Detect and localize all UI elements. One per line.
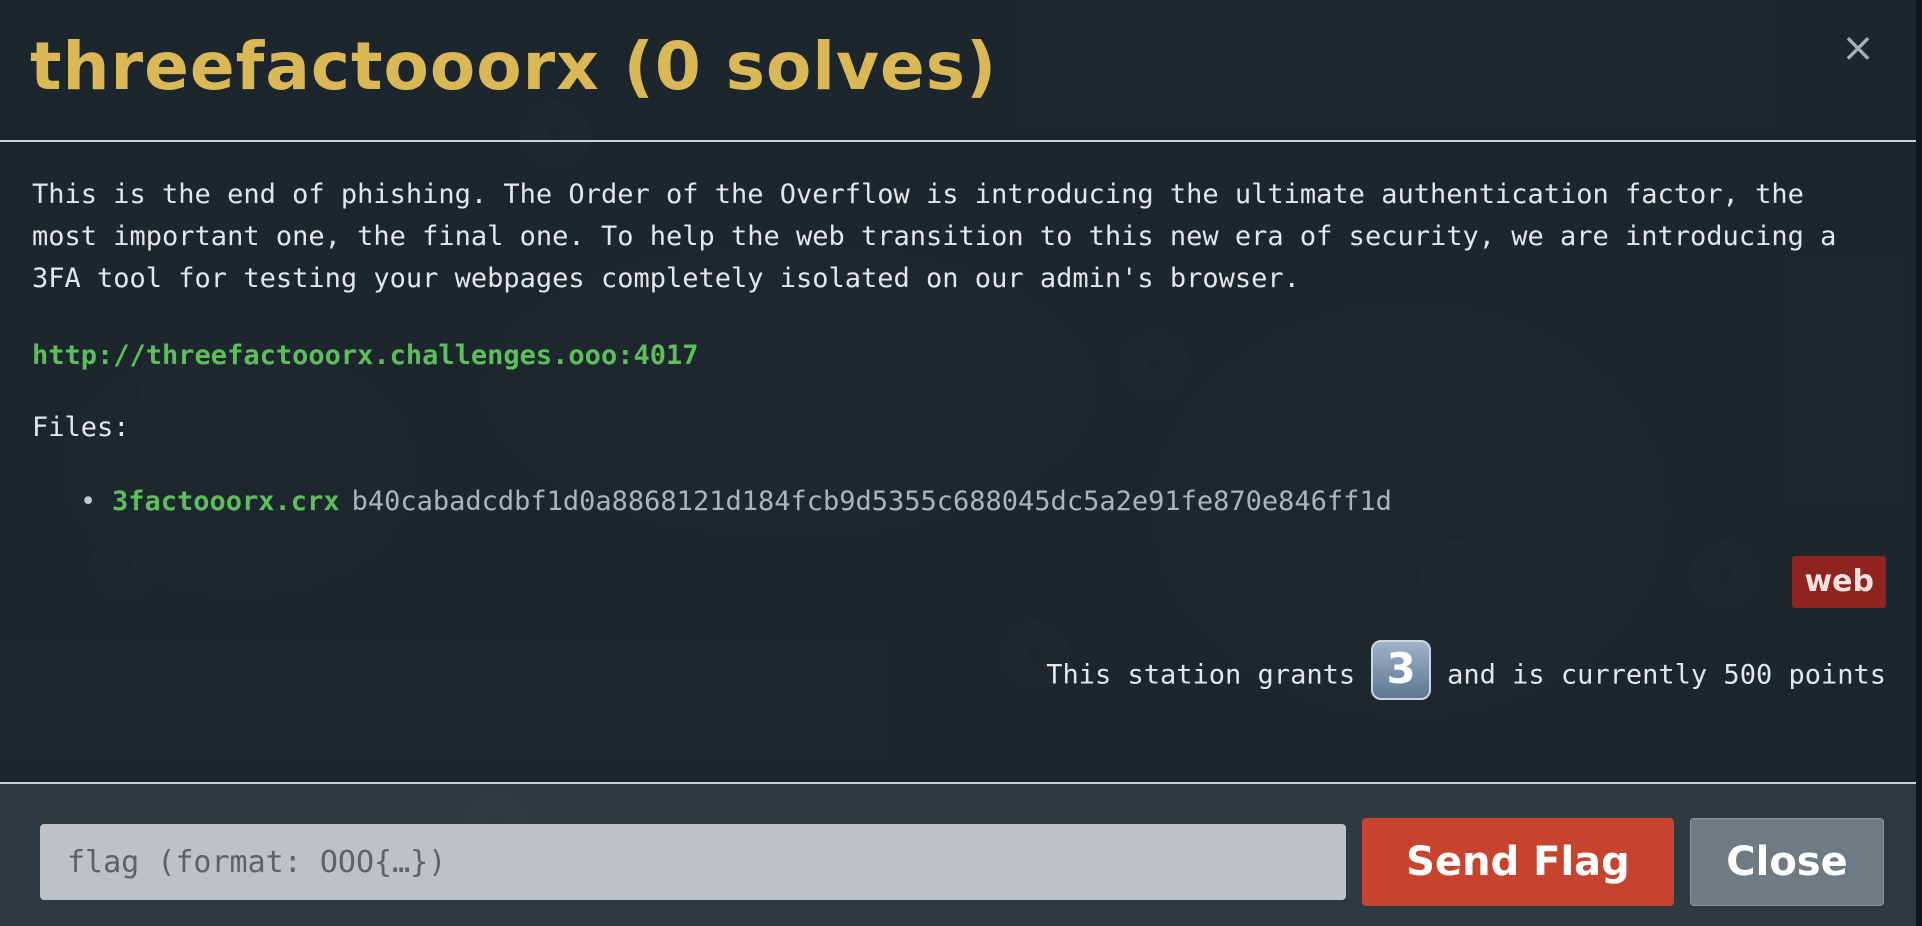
challenge-url-link[interactable]: http://threefactooorx.challenges.ooo:401…	[32, 336, 698, 376]
list-item: • 3factooorx.crx b40cabadcdbf1d0a8868121d1…	[80, 482, 1392, 522]
file-download-link[interactable]: 3factooorx.crx	[112, 486, 340, 517]
modal-header: threefactooorx (0 solves) ×	[0, 0, 1916, 142]
file-list: • 3factooorx.crx b40cabadcdbf1d0a8868121d1…	[80, 482, 1392, 522]
scrollbar-edge	[1916, 0, 1922, 926]
challenge-modal: threefactooorx (0 solves) × This is the …	[0, 0, 1916, 926]
modal-title: threefactooorx (0 solves)	[30, 28, 998, 105]
modal-footer: Send Flag Close	[0, 782, 1916, 926]
send-flag-button[interactable]: Send Flag	[1362, 818, 1674, 906]
close-icon[interactable]: ×	[1836, 26, 1880, 70]
bullet-icon: •	[80, 486, 97, 517]
file-hash: b40cabadcdbf1d0a8868121d184fcb9d5355c688…	[351, 486, 1392, 517]
challenge-description: This is the end of phishing. The Order o…	[32, 179, 1837, 294]
points-info: This station grants 3 and is currently 500…	[1046, 639, 1886, 707]
flag-input[interactable]	[40, 824, 1346, 900]
close-button[interactable]: Close	[1690, 818, 1884, 906]
category-tag: web	[1792, 556, 1886, 608]
app-stage: threefactooorx (0 solves) × This is the …	[0, 0, 1922, 926]
files-label: Files:	[32, 412, 130, 443]
grants-prefix: This station grants	[1046, 659, 1356, 691]
grants-suffix: and is currently 500 points	[1447, 659, 1886, 691]
modal-body: This is the end of phishing. The Order o…	[0, 144, 1916, 782]
keycap-three-icon: 3	[1371, 639, 1432, 700]
